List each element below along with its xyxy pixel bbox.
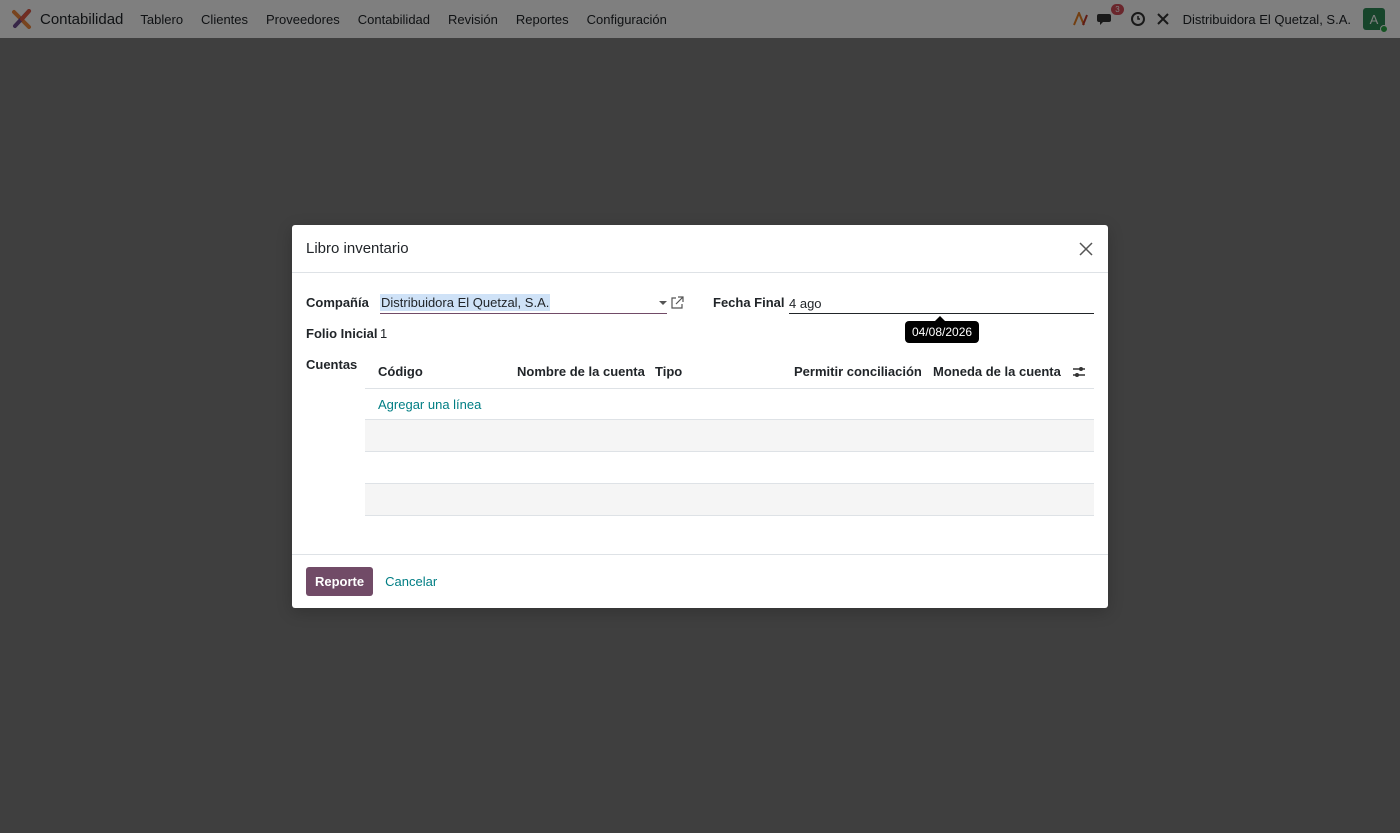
date-tooltip: 04/08/2026 [905, 316, 980, 343]
company-select-value: Distribuidora El Quetzal, S.A. [380, 294, 551, 311]
column-header-type[interactable]: Tipo [655, 364, 682, 379]
table-row [365, 452, 1094, 484]
table-header: Código Nombre de la cuenta Tipo Permitir… [365, 355, 1094, 389]
column-options-icon[interactable] [1072, 365, 1086, 379]
table-row [365, 484, 1094, 516]
close-icon[interactable] [1076, 239, 1096, 259]
end-date-label: Fecha Final [713, 295, 785, 310]
libro-inventario-dialog: Libro inventario Compañía Distribuidora … [292, 225, 1108, 608]
column-header-allow-reconcile[interactable]: Permitir conciliación [794, 364, 922, 379]
company-select[interactable]: Distribuidora El Quetzal, S.A. [380, 292, 667, 314]
accounts-label: Cuentas [306, 357, 358, 372]
dialog-title: Libro inventario [306, 240, 409, 257]
column-header-currency[interactable]: Moneda de la cuenta [933, 364, 1061, 379]
folio-label: Folio Inicial [306, 326, 378, 341]
company-label: Compañía [306, 295, 369, 310]
table-row: Agregar una línea [365, 389, 1094, 420]
report-button[interactable]: Reporte [306, 567, 374, 596]
dialog-body: Compañía Distribuidora El Quetzal, S.A. … [292, 273, 1108, 555]
cancel-button[interactable]: Cancelar [385, 574, 437, 589]
column-header-code[interactable]: Código [378, 364, 423, 379]
folio-input[interactable]: 1 [380, 326, 387, 341]
add-line-link[interactable]: Agregar una línea [378, 397, 481, 412]
end-date-input[interactable]: 4 ago [789, 292, 1094, 314]
table-row [365, 420, 1094, 452]
dialog-header: Libro inventario [292, 225, 1108, 273]
external-link-icon[interactable] [670, 296, 684, 310]
column-header-account-name[interactable]: Nombre de la cuenta [517, 364, 645, 379]
dialog-footer: Reporte Cancelar [292, 554, 1108, 608]
chevron-down-icon[interactable] [659, 301, 667, 305]
accounts-table: Código Nombre de la cuenta Tipo Permitir… [365, 355, 1094, 516]
